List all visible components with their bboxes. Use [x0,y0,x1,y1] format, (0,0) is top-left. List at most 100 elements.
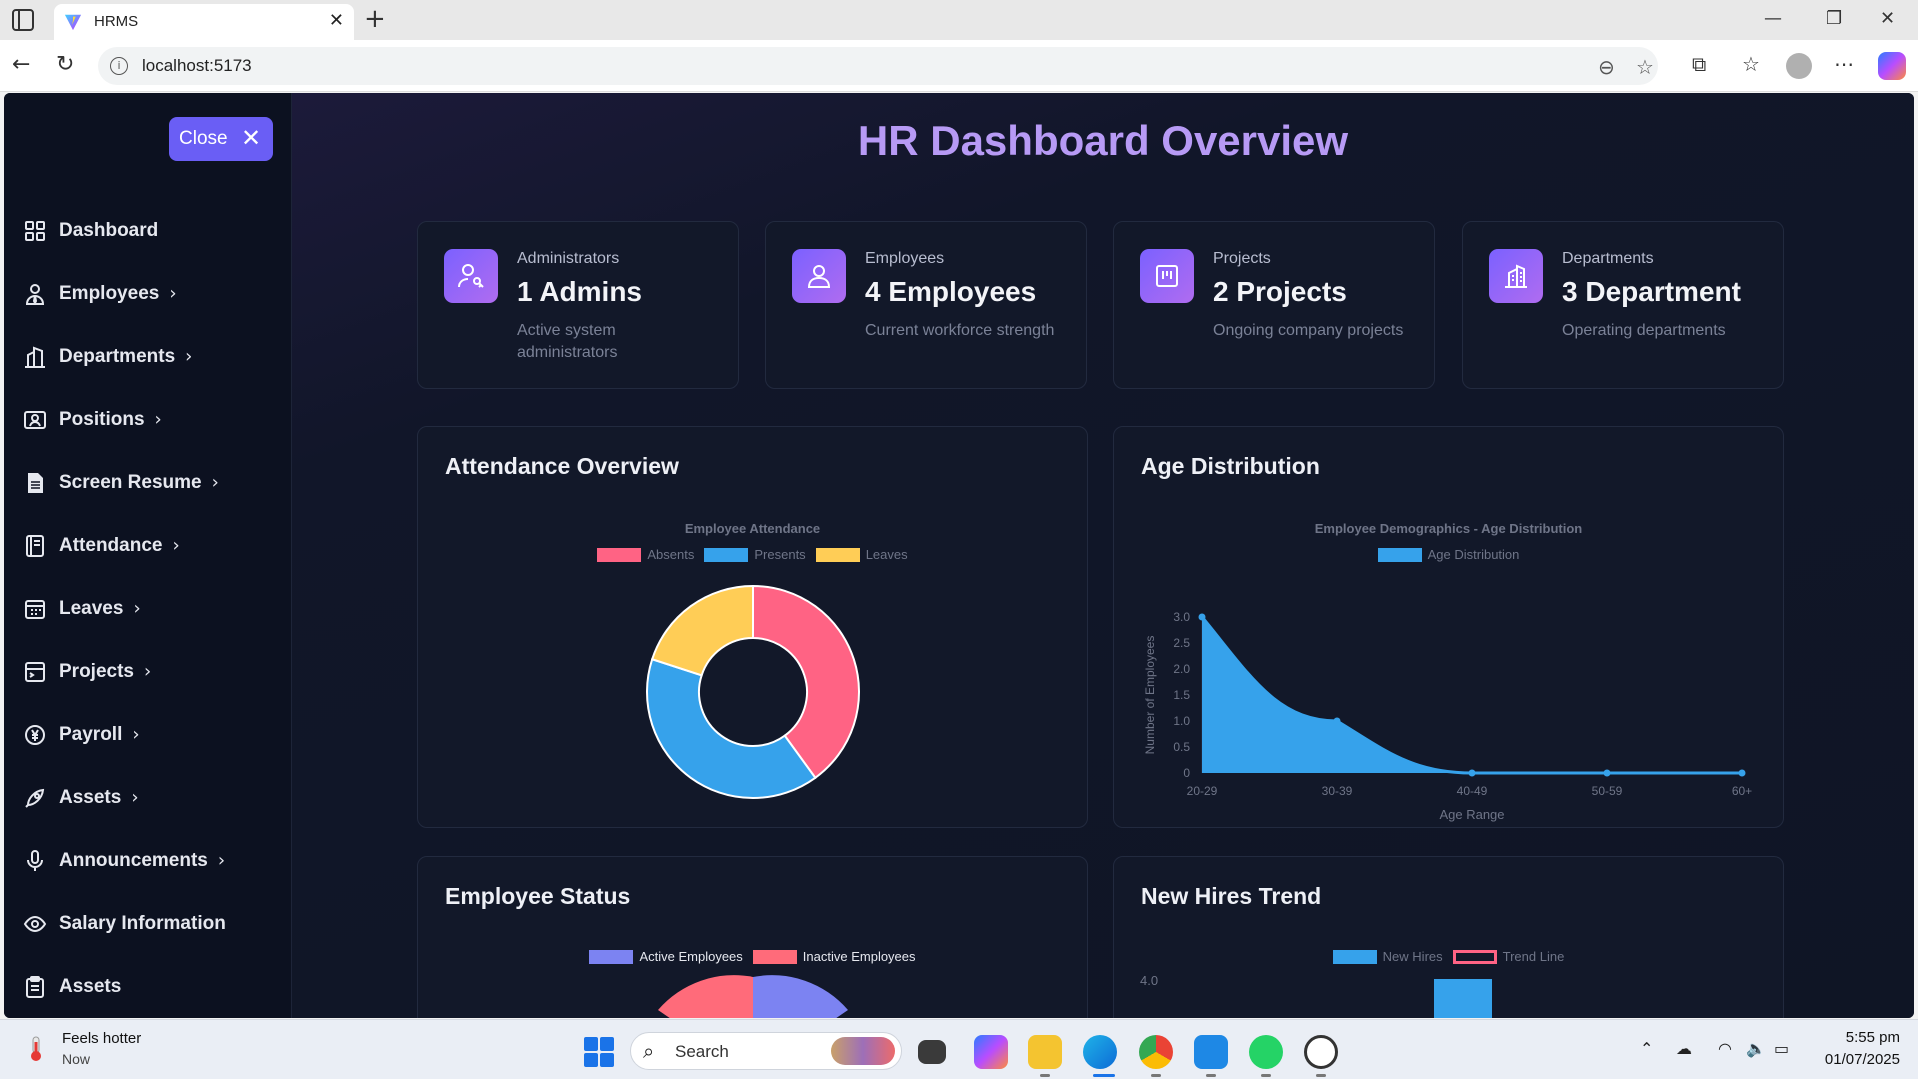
user-tie-icon [22,281,48,307]
running-indicator [1151,1074,1161,1077]
legend-item[interactable]: Absents [597,547,694,562]
data-point-30-39[interactable] [1333,717,1341,725]
admin-key-icon [444,249,498,303]
y-tick-label: 3.0 [1173,610,1190,624]
legend-item[interactable]: Presents [704,547,806,562]
legend-item[interactable]: Inactive Employees [752,949,916,964]
legend-item[interactable]: New Hires [1332,949,1443,964]
sidebar-item-label: Payroll [59,723,123,745]
site-info-icon[interactable]: i [110,57,128,75]
sidebar-item-salary-information[interactable]: Salary Information [22,892,282,955]
sidebar-item-employees[interactable]: Employees › [22,262,282,325]
url-field[interactable]: i localhost:5173 ⊖ ☆ [98,47,1658,85]
data-point-20-29[interactable] [1198,613,1206,621]
microphone-icon [22,848,48,874]
attendance-panel: Attendance Overview Employee Attendance … [417,426,1088,828]
page-title: HR Dashboard Overview [857,117,1349,164]
y-tick-label: 4.0 [1140,973,1159,988]
sidebar-item-label: Departments [59,345,176,367]
favorite-star-icon[interactable]: ☆ [1636,55,1654,79]
search-highlight-image [831,1037,895,1065]
windows-start-icon[interactable] [584,1037,614,1067]
chevron-right-icon: › [154,409,162,430]
onedrive-icon[interactable]: ☁ [1676,1039,1692,1058]
panel-title: Employee Status [445,883,631,909]
restore-icon[interactable]: ❐ [1826,8,1842,29]
eye-money-icon [22,911,48,937]
chart-title: Employee Attendance [684,521,821,536]
task-view-icon[interactable] [918,1040,946,1064]
new-tab-icon[interactable]: + [364,4,386,34]
window-close-icon[interactable]: ✕ [1880,8,1895,29]
battery-icon[interactable]: ▭ [1774,1039,1789,1058]
search-icon: ⌕ [643,1039,655,1063]
sidebar-item-label: Projects [59,660,134,682]
extensions-icon[interactable]: ⧉ [1692,52,1706,76]
tray-overflow-icon[interactable]: ⌃ [1640,1039,1653,1058]
sidebar-item-payroll[interactable]: Payroll › [22,703,282,766]
sidebar-item-attendance[interactable]: Attendance › [22,514,282,577]
volume-icon[interactable]: 🔈 [1746,1039,1766,1058]
donut-slice-presents[interactable] [646,657,817,799]
thermometer-icon[interactable] [26,1036,46,1062]
sidebar-item-departments[interactable]: Departments › [22,325,282,388]
taskbar: Feels hotter Now ⌕ Search ⌃ ☁ ◠ 🔈 ▭ 5:55… [0,1019,1918,1079]
legend-label: Inactive Employees [802,949,916,964]
sidebar-item-dashboard[interactable]: Dashboard [22,199,282,262]
sidebar-item-announcements[interactable]: Announcements › [22,829,282,892]
tab-close-icon[interactable]: ✕ [329,10,344,31]
sidebar-toggle-icon[interactable] [12,9,34,31]
card-caption: Administrators [517,250,620,267]
data-point-40-49[interactable] [1468,769,1476,777]
legend-item[interactable]: Leaves [815,547,908,562]
clock-time[interactable]: 5:55 pm [1814,1029,1900,1046]
card-value: 3 Department [1562,276,1741,307]
legend-item[interactable]: Active Employees [589,949,743,964]
legend-label: New Hires [1382,949,1443,964]
data-point-50-59[interactable] [1603,769,1611,777]
legend-item[interactable]: Trend Line [1452,949,1565,964]
zoom-out-icon[interactable]: ⊖ [1598,55,1615,79]
wifi-icon[interactable]: ◠ [1718,1039,1732,1058]
chrome-icon[interactable] [1139,1035,1173,1069]
sidebar-item-projects[interactable]: Projects › [22,640,282,703]
clock-date[interactable]: 01/07/2025 [1800,1051,1900,1068]
sidebar-item-leaves[interactable]: Leaves › [22,577,282,640]
rocket-icon [22,785,48,811]
project-icon [22,659,48,685]
more-menu-icon[interactable]: ⋯ [1834,52,1854,76]
sidebar-item-assets[interactable]: Assets › [22,766,282,829]
reload-icon[interactable]: ↻ [56,52,74,77]
minimize-icon[interactable]: — [1764,8,1782,29]
edge-browser-icon[interactable] [1083,1035,1117,1069]
id-card-icon [22,407,48,433]
copilot-icon[interactable] [1878,52,1906,80]
legend-label: Trend Line [1502,949,1565,964]
donut-slice-leaves[interactable] [650,584,754,677]
legend-label: Age Distribution [1427,547,1520,562]
favorites-icon[interactable]: ☆ [1742,52,1760,76]
sidebar-item-assets[interactable]: Assets [22,955,282,1018]
chevron-right-icon: › [132,724,140,745]
taskbar-search[interactable]: ⌕ Search [630,1032,902,1070]
area-fill [1202,617,1742,773]
game-app-icon[interactable] [1304,1035,1338,1069]
running-indicator [1040,1074,1050,1077]
whatsapp-icon[interactable] [1249,1035,1283,1069]
back-icon[interactable]: ← [12,52,30,77]
weather-title[interactable]: Feels hotter [62,1030,141,1047]
card-description: Active system administrators [517,322,618,361]
sidebar-item-screen-resume[interactable]: Screen Resume › [22,451,282,514]
browser-tab[interactable]: HRMS ✕ [54,4,354,40]
close-sidebar-button[interactable]: Close ✕ [169,117,273,161]
copilot-app-icon[interactable] [974,1035,1008,1069]
sidebar-item-positions[interactable]: Positions › [22,388,282,451]
data-point-60+[interactable] [1738,769,1746,777]
url-text[interactable]: localhost:5173 [142,56,252,76]
profile-avatar[interactable] [1786,53,1812,79]
age-distribution-panel: Age Distribution Employee Demographics -… [1113,426,1784,828]
vscode-icon[interactable] [1194,1035,1228,1069]
legend-item[interactable]: Age Distribution [1377,547,1520,562]
app-viewport: Close ✕ Dashboard Employees › Departments › P… [4,93,1914,1018]
file-explorer-icon[interactable] [1028,1035,1062,1069]
